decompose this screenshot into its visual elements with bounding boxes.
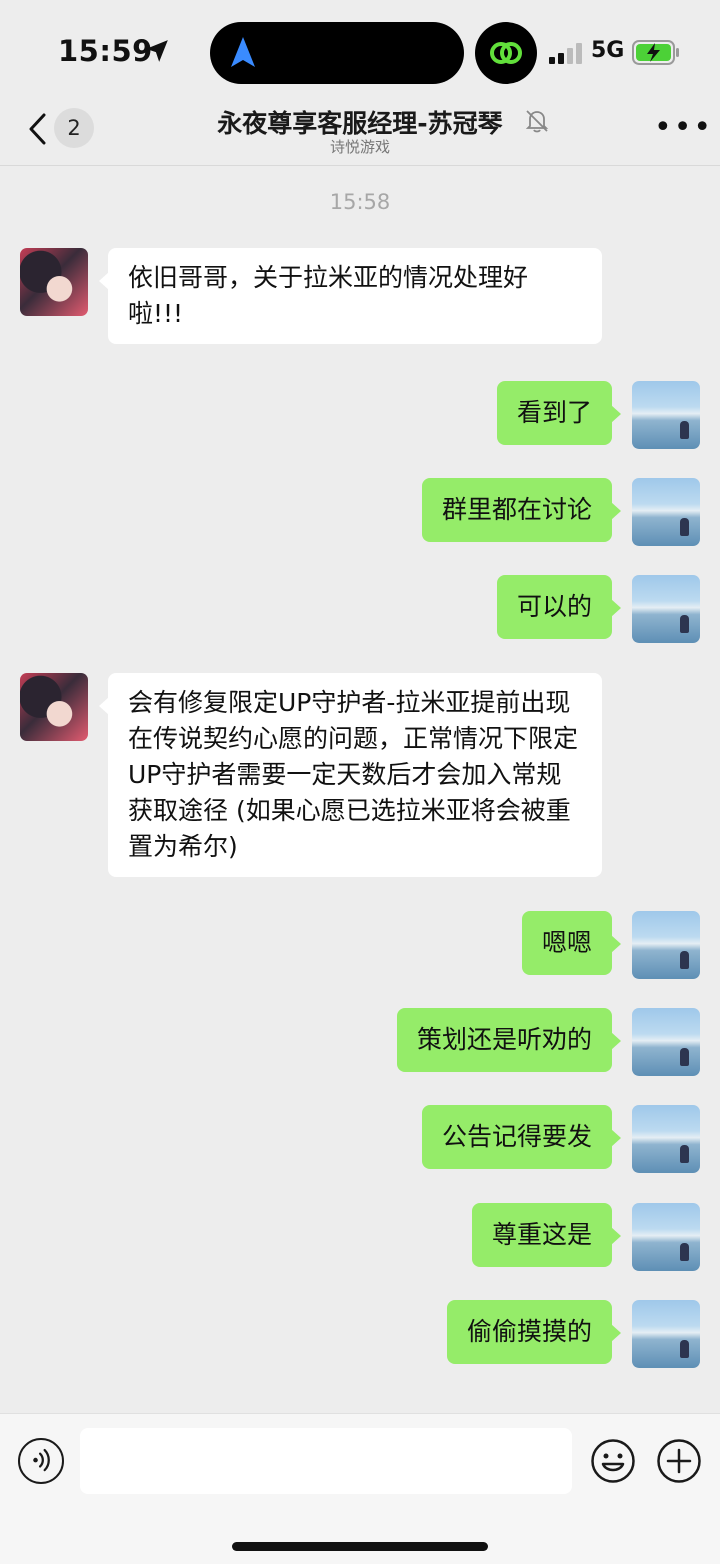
add-icon[interactable] xyxy=(656,1438,702,1484)
link-icon xyxy=(490,42,522,64)
time-divider: 15:58 xyxy=(329,190,391,214)
link-activity[interactable] xyxy=(475,22,537,84)
input-bar xyxy=(0,1413,720,1564)
voice-icon[interactable] xyxy=(18,1438,64,1484)
chat-title: 永夜尊享客服经理-苏冠琴 xyxy=(217,109,503,138)
my-avatar[interactable] xyxy=(632,1105,700,1173)
my-avatar[interactable] xyxy=(632,478,700,546)
my-avatar[interactable] xyxy=(632,575,700,643)
navigation-icon xyxy=(231,37,255,67)
chat-subtitle: 诗悦游戏 xyxy=(329,138,390,156)
emoji-icon[interactable] xyxy=(590,1438,636,1484)
message-bubble-outgoing[interactable]: 偷偷摸摸的 xyxy=(446,1300,622,1364)
status-bar: 15:59 5G xyxy=(0,0,720,100)
mute-bell-icon xyxy=(525,110,549,133)
chat-header: 2 永夜尊享客服经理-苏冠琴 诗悦游戏 ••• xyxy=(0,100,720,166)
status-time: 15:59 xyxy=(58,34,153,68)
message-bubble-outgoing[interactable]: 嗯嗯 xyxy=(521,911,622,975)
my-avatar[interactable] xyxy=(632,1203,700,1271)
my-avatar[interactable] xyxy=(632,381,700,449)
message-bubble-outgoing[interactable]: 群里都在讨论 xyxy=(421,478,622,542)
more-icon[interactable]: ••• xyxy=(654,113,711,143)
home-indicator[interactable] xyxy=(232,1542,488,1551)
message-input[interactable] xyxy=(80,1428,572,1494)
signal-icon xyxy=(549,42,583,64)
message-bubble-incoming[interactable]: 依旧哥哥，关于拉米亚的情况处理好啦!!! xyxy=(99,248,602,344)
message-bubble-incoming[interactable]: 会有修复限定UP守护者-拉米亚提前出现在传说契约心愿的问题，正常情况下限定UP守… xyxy=(99,673,602,877)
message-bubble-outgoing[interactable]: 看到了 xyxy=(496,381,622,445)
my-avatar[interactable] xyxy=(632,1008,700,1076)
message-bubble-outgoing[interactable]: 策划还是听劝的 xyxy=(396,1008,622,1072)
dynamic-island[interactable] xyxy=(210,22,464,84)
message-bubble-outgoing[interactable]: 可以的 xyxy=(496,575,622,639)
contact-avatar[interactable] xyxy=(20,248,88,316)
location-arrow-icon xyxy=(146,40,168,62)
contact-avatar[interactable] xyxy=(20,673,88,741)
my-avatar[interactable] xyxy=(632,1300,700,1368)
message-bubble-outgoing[interactable]: 尊重这是 xyxy=(471,1203,622,1267)
message-bubble-outgoing[interactable]: 公告记得要发 xyxy=(421,1105,622,1169)
battery-charging-icon xyxy=(632,40,679,65)
my-avatar[interactable] xyxy=(632,911,700,979)
network-type: 5G xyxy=(591,38,625,63)
